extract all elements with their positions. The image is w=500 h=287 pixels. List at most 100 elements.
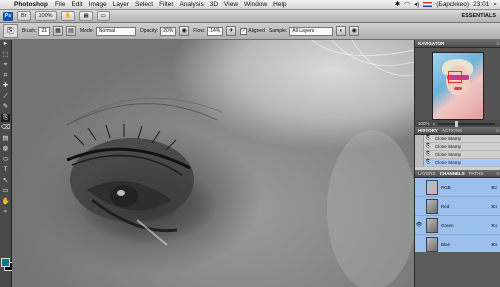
ignore-adjustment-layers-icon[interactable]: ◐ (336, 26, 347, 36)
volume-icon[interactable]: ◂) (414, 0, 419, 9)
clone-source-panel-icon[interactable]: ▤ (66, 26, 77, 36)
pressure-size-icon[interactable]: ◉ (349, 26, 360, 36)
menu-3d[interactable]: 3D (210, 0, 218, 9)
arrange-documents-button[interactable]: ▦ (79, 11, 93, 21)
navigator-thumbnail[interactable] (432, 52, 484, 120)
navigator-zoom-value[interactable]: 100% (418, 120, 430, 127)
sample-select[interactable]: All Layers (289, 26, 334, 36)
user-name[interactable]: (Барckkeo) (436, 0, 469, 9)
menu-extras: ✱ ◠ ◂) (Барckkeo) 23:01 ⌕ (395, 0, 500, 9)
brush-panel-toggle-icon[interactable]: ▦ (53, 26, 64, 36)
history-row[interactable]: ⎘ Clone Stamp (415, 143, 500, 151)
tab-actions[interactable]: ACTIONS (442, 128, 462, 133)
aligned-checkbox[interactable]: ✓ (240, 27, 248, 35)
application-bar: Ps Br 100% ✋ ▦ ▭ ESSENTIALS (0, 10, 500, 23)
navigator-panel (415, 48, 500, 120)
menu-layer[interactable]: Layer (113, 0, 129, 9)
flow-input[interactable]: 14% (207, 26, 224, 36)
menu-help[interactable]: Help (273, 0, 286, 9)
channel-name: RGB (441, 184, 451, 190)
foreground-color-swatch[interactable] (1, 258, 10, 267)
channel-row-rgb[interactable]: RGB ⌘2 (415, 178, 500, 197)
clock[interactable]: 23:01 (473, 0, 489, 9)
dodge-tool-icon[interactable]: ⬭ (1, 156, 10, 165)
input-source-flag-icon[interactable] (423, 2, 433, 7)
history-row[interactable]: ⎘ Clone Stamp (415, 151, 500, 159)
screen-mode-button[interactable]: ▭ (96, 11, 110, 21)
channel-thumbnail (426, 236, 438, 252)
tab-paths[interactable]: PATHS (469, 171, 483, 176)
move-tool-icon[interactable]: ▸ (1, 40, 10, 49)
menu-analysis[interactable]: Analysis (180, 0, 204, 9)
photo-eye-closeup (66, 40, 414, 287)
eyedropper-tool-icon[interactable]: ⟋ (1, 93, 10, 102)
navigator-panel-tab[interactable]: NAVIGATOR ≡ (415, 40, 500, 48)
menu-edit[interactable]: Edit (71, 0, 82, 9)
crop-tool-icon[interactable]: ✚ (1, 82, 10, 91)
stamp-icon: ⎘ (426, 143, 431, 149)
channel-shortcut: ⌘5 (491, 241, 498, 247)
menu-image[interactable]: Image (89, 0, 107, 9)
blur-tool-icon[interactable]: ◍ (1, 145, 10, 154)
gradient-tool-icon[interactable]: ▤ (1, 135, 10, 144)
menu-filter[interactable]: Filter (159, 0, 173, 9)
navigator-zoom-slider[interactable] (437, 120, 495, 127)
channels-panel: RGB ⌘2 Red ⌘3 👁 Green ⌘4 Blue ⌘5 (415, 178, 500, 254)
zoom-level-select[interactable]: 100% (34, 11, 57, 21)
bluetooth-icon[interactable]: ✱ (395, 0, 400, 9)
channel-shortcut: ⌘3 (491, 203, 498, 209)
path-selection-tool-icon[interactable]: ↖ (1, 177, 10, 186)
document-canvas[interactable] (12, 40, 414, 287)
wifi-icon[interactable]: ◠ (404, 0, 410, 9)
history-row[interactable]: ⎘ Clone Stamp (415, 135, 500, 143)
tab-history[interactable]: HISTORY (418, 128, 438, 133)
brush-tool-icon[interactable]: ✎ (1, 103, 10, 112)
menu-view[interactable]: View (224, 0, 238, 9)
panel-menu-icon[interactable]: ≡ (496, 170, 499, 177)
opacity-input[interactable]: 20% (160, 26, 177, 36)
zoom-tool-icon[interactable]: ⌕ (1, 208, 10, 217)
panel-dock: NAVIGATOR ≡ 100% ▵ HISTORY ACTIONS ≡ ⎘ Clo… (414, 40, 500, 287)
hand-tool-icon[interactable]: ✋ (1, 198, 10, 207)
menu-window[interactable]: Window (244, 0, 267, 9)
menu-file[interactable]: File (55, 0, 65, 9)
menu-app-name[interactable]: Photoshop (14, 0, 48, 9)
pressure-opacity-icon[interactable]: ◉ (179, 26, 190, 36)
panel-menu-icon[interactable]: ≡ (496, 40, 499, 47)
panel-footer (415, 252, 500, 282)
mode-select[interactable]: Normal (95, 26, 136, 36)
airbrush-icon[interactable]: ✈ (226, 26, 237, 36)
tab-channels[interactable]: CHANNELS (440, 171, 465, 176)
stamp-icon: ⎘ (426, 159, 431, 165)
history-row-selected[interactable]: ⎘ Clone Stamp (415, 159, 500, 167)
channel-row-red[interactable]: Red ⌘3 (415, 197, 500, 216)
brush-size-picker[interactable]: 21 (38, 26, 51, 36)
visibility-eye-icon[interactable]: 👁 (415, 222, 423, 228)
sample-label: Sample: (268, 28, 288, 34)
panel-menu-icon[interactable]: ≡ (496, 127, 499, 134)
workspace-switcher[interactable]: ESSENTIALS (461, 13, 496, 19)
channel-name: Blue (441, 241, 451, 247)
lasso-tool-icon[interactable]: ⌖ (1, 61, 10, 70)
shape-tool-icon[interactable]: ▭ (1, 187, 10, 196)
channel-thumbnail (426, 217, 438, 233)
clone-stamp-tool-icon[interactable]: ⎘ (1, 113, 10, 122)
stamp-icon[interactable]: ⎘ (3, 24, 18, 38)
marquee-tool-icon[interactable]: ⬚ (1, 51, 10, 60)
aligned-label: Aligned (248, 28, 265, 34)
zoom-out-icon[interactable]: ▵ (433, 120, 435, 127)
channel-thumbnail (426, 198, 438, 214)
menu-select[interactable]: Select (135, 0, 153, 9)
channel-row-green[interactable]: 👁 Green ⌘4 (415, 216, 500, 235)
navigator-view-box[interactable] (448, 71, 462, 83)
launch-bridge-button[interactable]: Br (17, 11, 31, 21)
eraser-tool-icon[interactable]: ⌫ (1, 124, 10, 133)
opacity-label: Opacity: (139, 28, 159, 34)
type-tool-icon[interactable]: T (1, 166, 10, 175)
hand-tool-button[interactable]: ✋ (60, 11, 76, 21)
tab-layers[interactable]: LAYERS (418, 171, 435, 176)
tool-options-bar: ⎘ Brush: 21 ▦ ▤ Mode: Normal Opacity: 20… (0, 23, 500, 40)
quick-selection-tool-icon[interactable]: ⌗ (1, 72, 10, 81)
spotlight-icon[interactable]: ⌕ (493, 0, 497, 9)
channel-thumbnail (426, 179, 438, 195)
